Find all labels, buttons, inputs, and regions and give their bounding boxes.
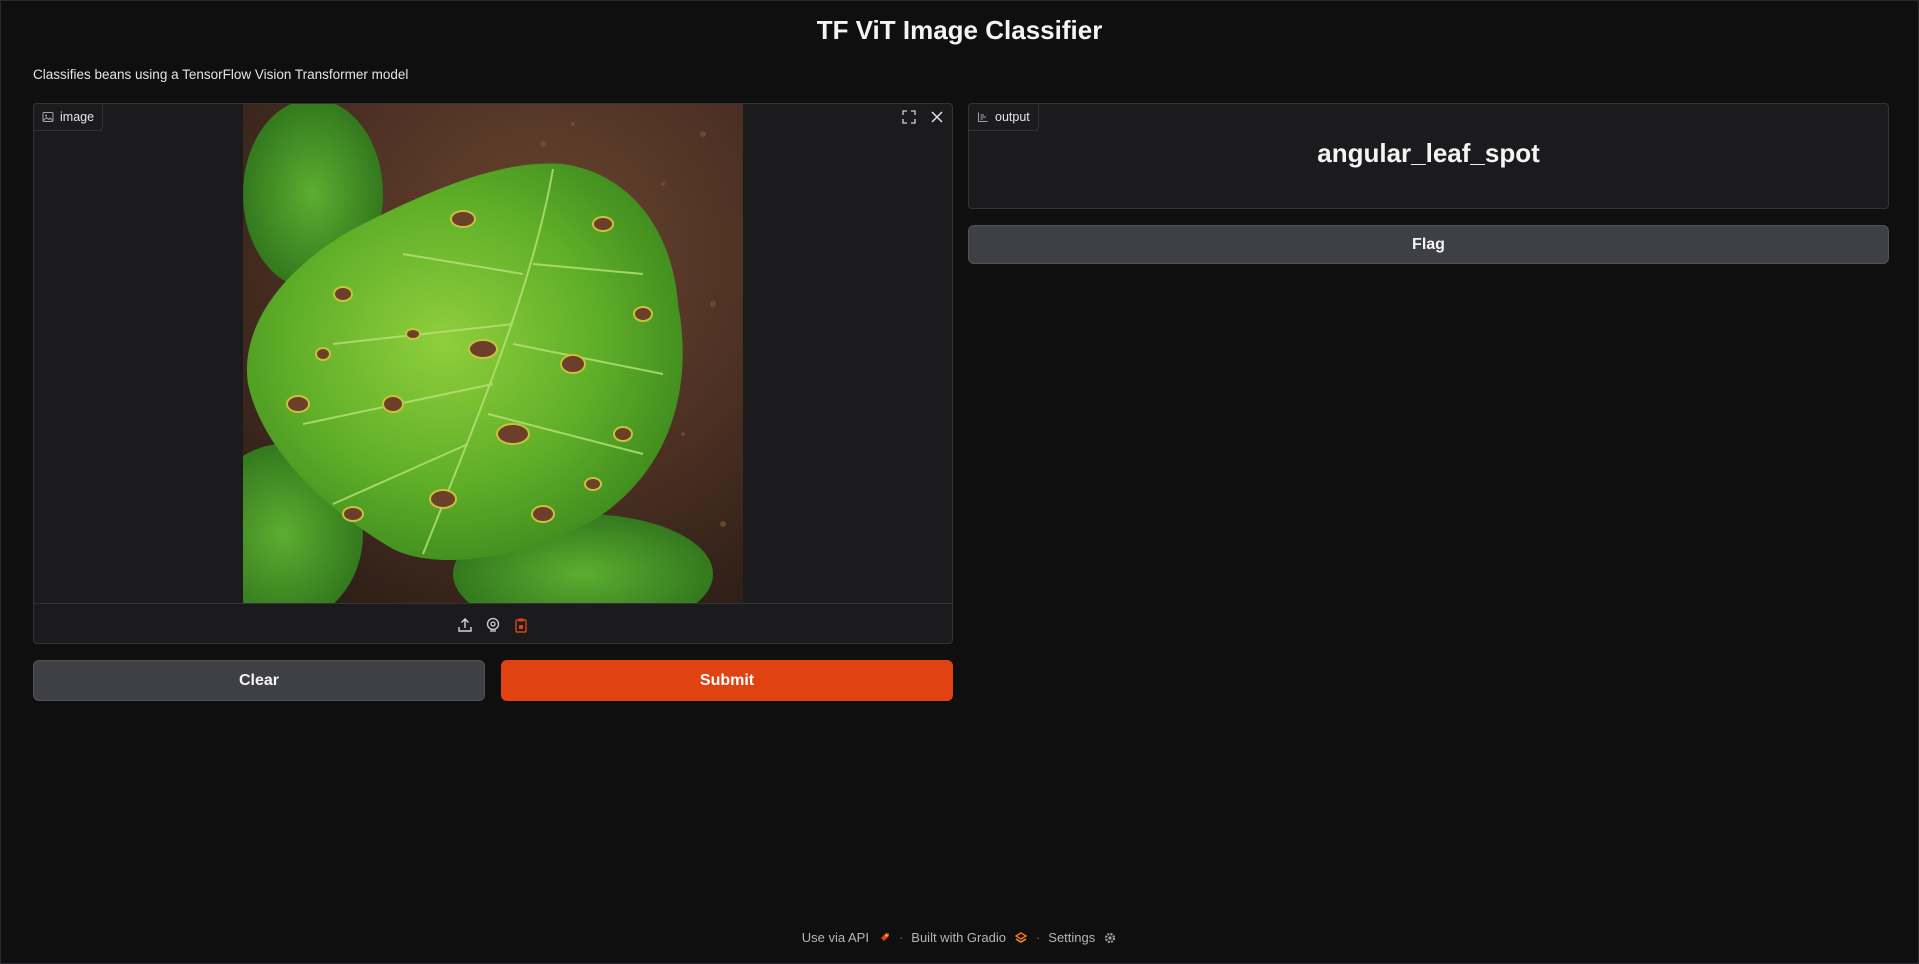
image-icon bbox=[42, 112, 54, 122]
image-label: image bbox=[60, 110, 95, 124]
gradio-logo-icon bbox=[1014, 931, 1028, 943]
leaf-image bbox=[243, 104, 743, 603]
page-description: Classifies beans using a TensorFlow Visi… bbox=[33, 67, 409, 82]
footer-separator: · bbox=[898, 930, 904, 945]
webcam-icon[interactable] bbox=[483, 615, 503, 635]
image-preview-area bbox=[34, 104, 952, 603]
predicted-label: angular_leaf_spot bbox=[1317, 138, 1540, 168]
fullscreen-icon[interactable] bbox=[898, 106, 920, 128]
output-label: output bbox=[995, 110, 1030, 124]
flag-button[interactable]: Flag bbox=[968, 225, 1889, 264]
image-source-toolbar bbox=[34, 603, 952, 643]
image-input-panel[interactable]: image bbox=[33, 103, 953, 644]
output-label-chip: output bbox=[969, 104, 1039, 131]
label-icon bbox=[978, 112, 988, 122]
close-icon[interactable] bbox=[926, 106, 948, 128]
footer-separator-2: · bbox=[1035, 930, 1041, 945]
clear-button[interactable]: Clear bbox=[33, 660, 485, 701]
settings-link[interactable]: Settings bbox=[1048, 930, 1095, 945]
page-title: TF ViT Image Classifier bbox=[816, 15, 1103, 45]
clipboard-icon[interactable] bbox=[511, 615, 531, 635]
upload-icon[interactable] bbox=[455, 615, 475, 635]
submit-button[interactable]: Submit bbox=[501, 660, 953, 701]
image-label-chip: image bbox=[34, 104, 104, 131]
built-with-gradio-link[interactable]: Built with Gradio bbox=[911, 930, 1006, 945]
footer: Use via API · Built with Gradio · Settin… bbox=[1, 930, 1918, 945]
rocket-icon bbox=[879, 932, 889, 942]
output-panel: output angular_leaf_spot bbox=[968, 103, 1889, 209]
gear-icon[interactable] bbox=[1103, 931, 1117, 945]
use-via-api-link[interactable]: Use via API bbox=[802, 930, 869, 945]
image-corner-tools bbox=[898, 106, 948, 128]
